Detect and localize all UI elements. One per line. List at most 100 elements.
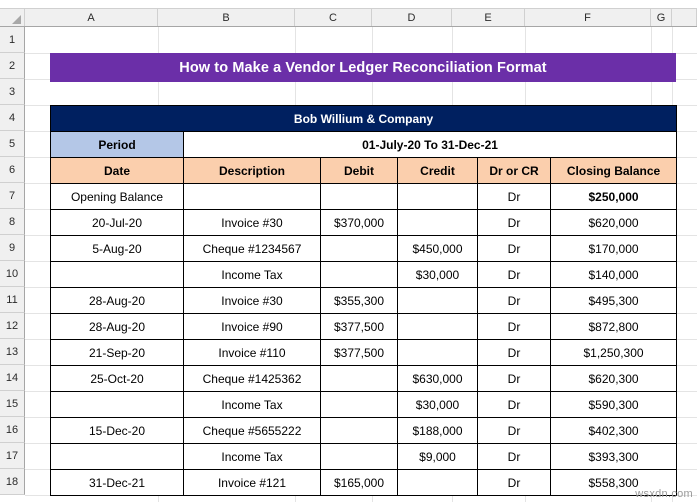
row-header-13[interactable]: 13 (0, 339, 25, 365)
select-all-corner[interactable] (0, 9, 25, 26)
cell-date[interactable]: 5-Aug-20 (50, 235, 184, 262)
cell-debit[interactable]: $377,500 (320, 339, 398, 366)
cell-closing-balance[interactable]: $402,300 (549, 417, 678, 444)
cell-description[interactable]: Invoice #110 (183, 339, 321, 366)
row-header-3[interactable]: 3 (0, 79, 25, 105)
cell-debit[interactable]: $377,500 (320, 313, 398, 340)
cell-date[interactable] (50, 261, 184, 288)
cell-description[interactable]: Cheque #1234567 (183, 235, 321, 262)
cell-credit[interactable]: $630,000 (397, 365, 478, 392)
cell-debit[interactable] (320, 183, 398, 210)
cell-credit[interactable]: $30,000 (397, 261, 478, 288)
column-header-b[interactable]: B (158, 9, 295, 26)
cell-description[interactable]: Invoice #121 (183, 469, 321, 496)
cell-credit[interactable]: $188,000 (397, 417, 478, 444)
cell-debit[interactable] (320, 443, 398, 470)
cell-dr-or-cr[interactable]: Dr (477, 287, 551, 314)
cell-description[interactable]: Cheque #5655222 (183, 417, 321, 444)
column-header-overflow (672, 9, 697, 26)
cell-dr-or-cr[interactable]: Dr (477, 443, 551, 470)
cell-dr-or-cr[interactable]: Dr (477, 365, 551, 392)
row-header-6[interactable]: 6 (0, 157, 25, 183)
column-header-d[interactable]: D (372, 9, 452, 26)
cell-credit[interactable]: $9,000 (397, 443, 478, 470)
cell-date[interactable]: 25-Oct-20 (50, 365, 184, 392)
cell-description[interactable]: Invoice #30 (183, 287, 321, 314)
row-header-16[interactable]: 16 (0, 417, 25, 443)
cell-debit[interactable]: $370,000 (320, 209, 398, 236)
row-header-10[interactable]: 10 (0, 261, 25, 287)
row-header-15[interactable]: 15 (0, 391, 25, 417)
cell-date[interactable]: Opening Balance (50, 183, 184, 210)
cell-dr-or-cr[interactable]: Dr (477, 261, 551, 288)
table-row: Income Tax $9,000 Dr $393,300 (50, 443, 678, 470)
cell-credit[interactable] (397, 469, 478, 496)
cell-credit[interactable] (397, 313, 478, 340)
row-header-4[interactable]: 4 (0, 105, 25, 131)
row-header-14[interactable]: 14 (0, 365, 25, 391)
column-header-c[interactable]: C (295, 9, 372, 26)
column-header-e[interactable]: E (452, 9, 525, 26)
cell-closing-balance[interactable]: $140,000 (549, 261, 678, 288)
cell-debit[interactable]: $355,300 (320, 287, 398, 314)
cell-closing-balance[interactable]: $170,000 (549, 235, 678, 262)
column-header-a[interactable]: A (25, 9, 158, 26)
cell-date[interactable]: 31-Dec-21 (50, 469, 184, 496)
row-header-18[interactable]: 18 (0, 469, 25, 495)
column-header-f[interactable]: F (525, 9, 651, 26)
cell-date[interactable] (50, 443, 184, 470)
cell-closing-balance[interactable]: $620,000 (549, 209, 678, 236)
cell-description[interactable]: Cheque #1425362 (183, 365, 321, 392)
cell-date[interactable] (50, 391, 184, 418)
cell-description[interactable]: Income Tax (183, 391, 321, 418)
cell-closing-balance[interactable]: $872,800 (549, 313, 678, 340)
row-header-12[interactable]: 12 (0, 313, 25, 339)
cell-credit[interactable] (397, 339, 478, 366)
cell-closing-balance[interactable]: $393,300 (549, 443, 678, 470)
row-header-11[interactable]: 11 (0, 287, 25, 313)
row-header-7[interactable]: 7 (0, 183, 25, 209)
cell-dr-or-cr[interactable]: Dr (477, 339, 551, 366)
cell-debit[interactable] (320, 235, 398, 262)
cell-closing-balance[interactable]: $1,250,300 (549, 339, 678, 366)
cell-dr-or-cr[interactable]: Dr (477, 469, 551, 496)
cell-description[interactable] (183, 183, 321, 210)
cell-debit[interactable] (320, 417, 398, 444)
cell-closing-balance[interactable]: $620,300 (549, 365, 678, 392)
cell-description[interactable]: Income Tax (183, 261, 321, 288)
cell-date[interactable]: 21-Sep-20 (50, 339, 184, 366)
cell-debit[interactable] (320, 365, 398, 392)
cell-credit[interactable] (397, 209, 478, 236)
cell-closing-balance[interactable]: $250,000 (549, 183, 678, 210)
cell-credit[interactable] (397, 183, 478, 210)
page-title: How to Make a Vendor Ledger Reconciliati… (50, 53, 676, 82)
row-header-17[interactable]: 17 (0, 443, 25, 469)
cell-dr-or-cr[interactable]: Dr (477, 183, 551, 210)
cell-debit[interactable] (320, 261, 398, 288)
cell-credit[interactable] (397, 287, 478, 314)
cell-dr-or-cr[interactable]: Dr (477, 417, 551, 444)
cell-date[interactable]: 15-Dec-20 (50, 417, 184, 444)
cell-dr-or-cr[interactable]: Dr (477, 209, 551, 236)
cell-dr-or-cr[interactable]: Dr (477, 313, 551, 340)
column-header-g[interactable]: G (651, 9, 672, 26)
cell-dr-or-cr[interactable]: Dr (477, 391, 551, 418)
cell-debit[interactable] (320, 391, 398, 418)
cell-closing-balance[interactable]: $590,300 (549, 391, 678, 418)
row-header-8[interactable]: 8 (0, 209, 25, 235)
cell-description[interactable]: Invoice #30 (183, 209, 321, 236)
cell-closing-balance[interactable]: $495,300 (549, 287, 678, 314)
row-header-9[interactable]: 9 (0, 235, 25, 261)
cell-debit[interactable]: $165,000 (320, 469, 398, 496)
row-header-1[interactable]: 1 (0, 27, 25, 53)
cell-description[interactable]: Income Tax (183, 443, 321, 470)
cell-description[interactable]: Invoice #90 (183, 313, 321, 340)
cell-credit[interactable]: $30,000 (397, 391, 478, 418)
cell-dr-or-cr[interactable]: Dr (477, 235, 551, 262)
cell-date[interactable]: 20-Jul-20 (50, 209, 184, 236)
row-header-2[interactable]: 2 (0, 53, 25, 79)
cell-date[interactable]: 28-Aug-20 (50, 287, 184, 314)
cell-date[interactable]: 28-Aug-20 (50, 313, 184, 340)
row-header-5[interactable]: 5 (0, 131, 25, 157)
cell-credit[interactable]: $450,000 (397, 235, 478, 262)
